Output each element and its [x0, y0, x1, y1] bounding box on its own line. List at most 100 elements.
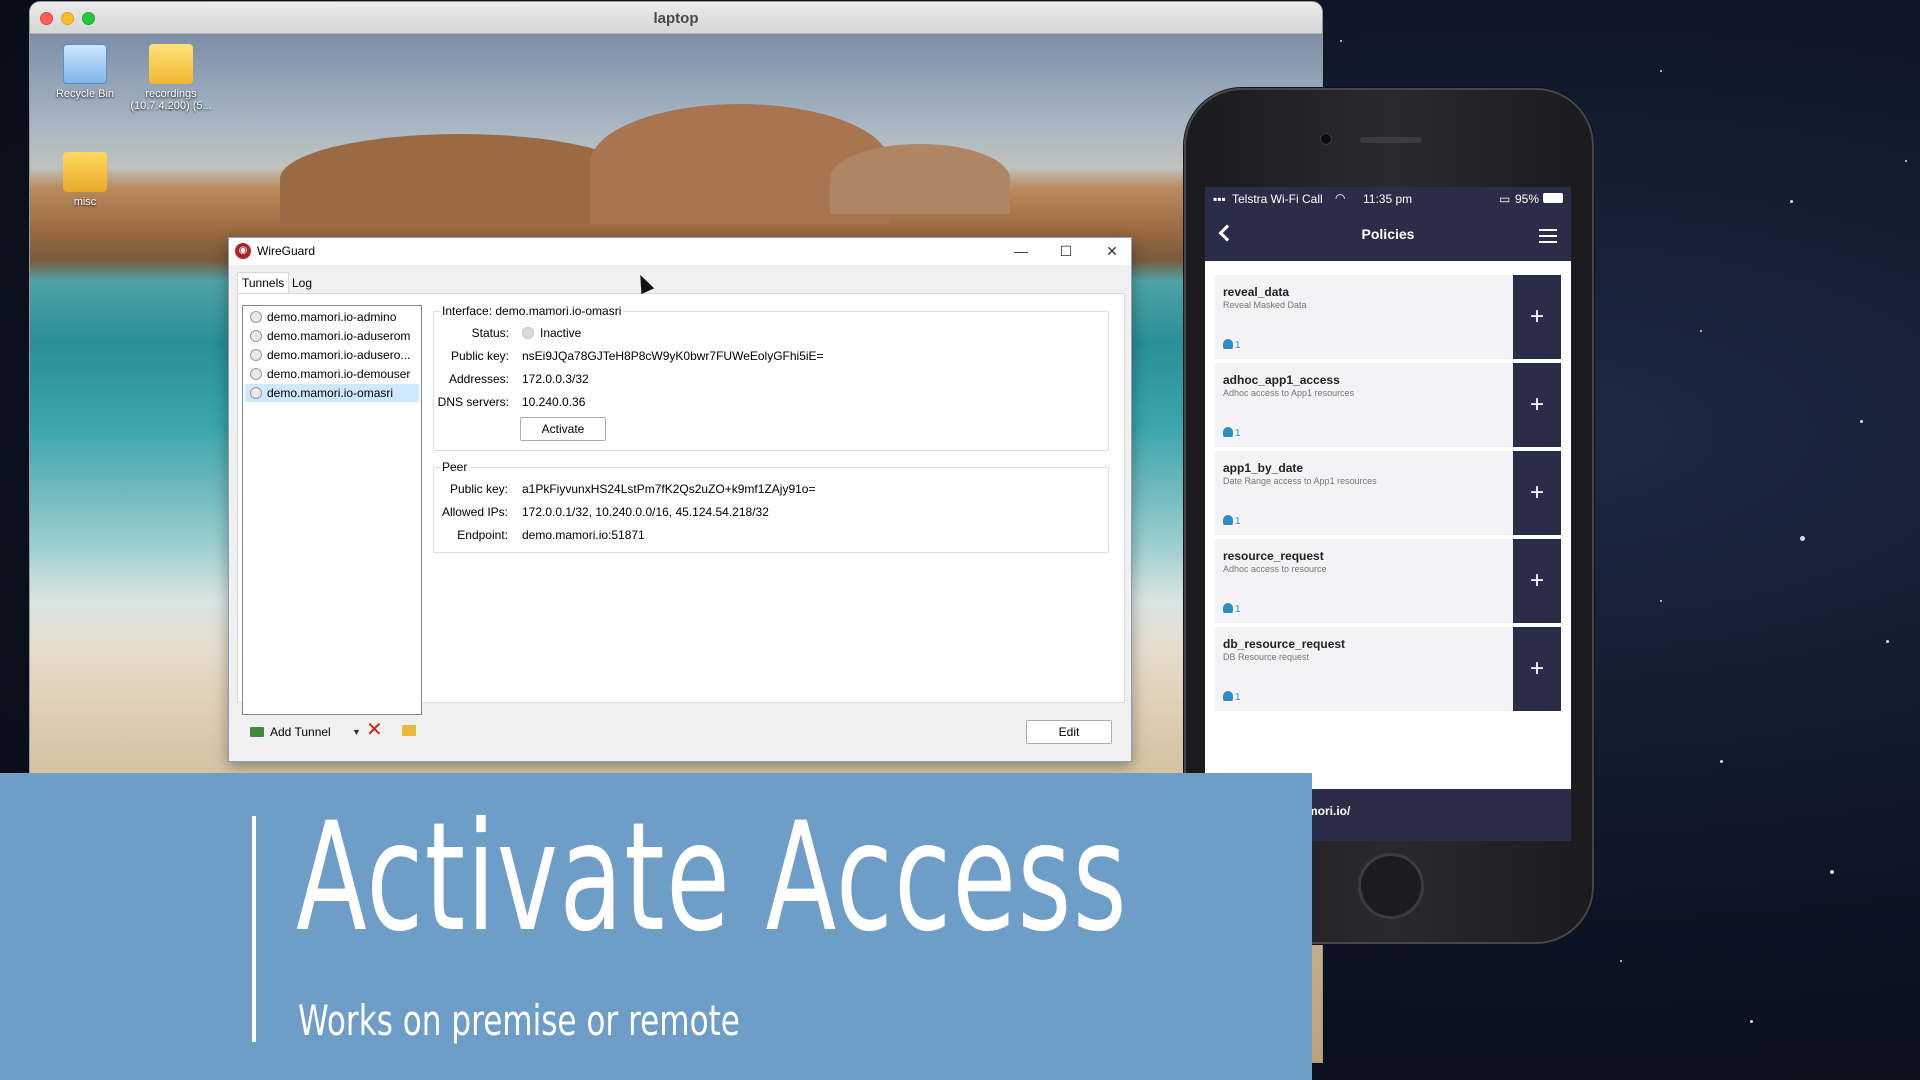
policy-description: Adhoc access to App1 resources	[1223, 388, 1355, 398]
interface-public-key-label: Public key:	[450, 349, 509, 363]
policy-name: db_resource_request	[1223, 637, 1346, 651]
speaker-grille	[1360, 137, 1422, 143]
chevron-down-icon[interactable]: ▼	[352, 721, 361, 743]
folder-icon	[63, 152, 107, 192]
policy-users: 1	[1223, 603, 1241, 615]
allowed-ips-label: Allowed IPs:	[441, 505, 508, 519]
endpoint-label: Endpoint:	[457, 528, 508, 542]
status-text: Inactive	[540, 326, 582, 340]
tunnel-status-dot	[250, 368, 262, 380]
addresses-value: 172.0.0.3/32	[522, 372, 589, 386]
policy-description: Date Range access to App1 resources	[1223, 476, 1377, 486]
tunnel-status-dot	[250, 349, 262, 361]
battery-icon	[1543, 193, 1563, 203]
status-value: Inactive	[522, 326, 581, 340]
user-icon	[1223, 691, 1233, 701]
tab-tunnels[interactable]: Tunnels	[237, 272, 290, 294]
allowed-ips-value: 172.0.0.1/32, 10.240.0.0/16, 45.124.54.2…	[522, 505, 769, 519]
mac-titlebar: laptop	[30, 2, 1322, 34]
edit-button[interactable]: Edit	[1026, 720, 1112, 744]
desktop-icon-recordings[interactable]: recordings (10.7.4.200) (5...	[126, 44, 216, 112]
desktop-icon-recycle-bin[interactable]: Recycle Bin	[40, 44, 130, 100]
banner-subtitle: Works on premise or remote	[298, 996, 740, 1045]
policy-users: 1	[1223, 515, 1241, 527]
close-icon[interactable]: ✕	[1097, 241, 1127, 261]
status-inactive-icon	[522, 327, 534, 339]
add-policy-button[interactable]: +	[1513, 539, 1561, 623]
policy-user-count: 1	[1235, 340, 1241, 351]
recycle-bin-icon	[63, 44, 107, 84]
activate-button[interactable]: Activate	[520, 417, 606, 441]
policy-item[interactable]: db_resource_request DB Resource request …	[1215, 627, 1561, 711]
add-policy-button[interactable]: +	[1513, 275, 1561, 359]
tunnel-item[interactable]: demo.mamori.io-aduserom	[245, 327, 419, 345]
tunnel-name: demo.mamori.io-admino	[267, 310, 397, 324]
export-tunnels-button[interactable]	[402, 721, 416, 743]
interface-header: Interface: demo.mamori.io-omasri	[440, 304, 624, 318]
battery-percent: 95%	[1515, 192, 1540, 206]
policy-users: 1	[1223, 691, 1241, 703]
maximize-icon[interactable]: ☐	[1051, 241, 1081, 261]
desktop-icon-label: misc	[73, 196, 97, 208]
folder-icon	[402, 725, 416, 736]
policy-item[interactable]: app1_by_date Date Range access to App1 r…	[1215, 451, 1561, 535]
addresses-label: Addresses:	[448, 372, 509, 386]
tunnel-item[interactable]: demo.mamori.io-adusero...	[245, 346, 419, 364]
add-policy-button[interactable]: +	[1513, 363, 1561, 447]
endpoint-value: demo.mamori.io:51871	[522, 528, 645, 542]
home-button[interactable]	[1358, 853, 1424, 919]
policy-name: resource_request	[1223, 549, 1324, 563]
policy-description: DB Resource request	[1223, 652, 1310, 662]
screen-mirror-icon: ▭	[1499, 192, 1511, 206]
footer-url[interactable]: mori.io/	[1307, 804, 1350, 818]
phone-nav-bar: Policies	[1205, 211, 1571, 261]
desktop-icon-misc[interactable]: misc	[40, 152, 130, 208]
user-icon	[1223, 515, 1233, 525]
policy-user-count: 1	[1235, 692, 1241, 703]
wireguard-title: WireGuard	[257, 244, 316, 258]
add-tunnel-icon	[250, 727, 264, 737]
tunnel-name: demo.mamori.io-demouser	[267, 367, 411, 381]
mac-window-title: laptop	[653, 10, 699, 27]
tunnel-name: demo.mamori.io-aduserom	[267, 329, 411, 343]
add-policy-button[interactable]: +	[1513, 627, 1561, 711]
policy-name: adhoc_app1_access	[1223, 373, 1340, 387]
policy-description: Adhoc access to resource	[1223, 564, 1327, 574]
policy-name: app1_by_date	[1223, 461, 1304, 475]
tunnel-status-dot	[250, 311, 262, 323]
tunnel-list[interactable]: demo.mamori.io-admino demo.mamori.io-adu…	[242, 305, 422, 715]
policy-description: Reveal Masked Data	[1223, 300, 1307, 310]
phone-status-bar: ▪▪▪ Telstra Wi-Fi Call ◠ 11:35 pm ▭ 95%	[1205, 187, 1571, 211]
user-icon	[1223, 427, 1233, 437]
wifi-icon: ◠	[1335, 191, 1346, 205]
policy-name: reveal_data	[1223, 285, 1290, 299]
policy-user-count: 1	[1235, 604, 1241, 615]
nav-title: Policies	[1361, 226, 1415, 242]
tab-log[interactable]: Log	[287, 272, 317, 294]
wireguard-logo-icon: ◉	[235, 243, 251, 259]
add-tunnel-button[interactable]: Add Tunnel ▼	[250, 721, 361, 743]
peer-public-key-label: Public key:	[449, 482, 508, 496]
tunnel-item[interactable]: demo.mamori.io-demouser	[245, 365, 419, 383]
policy-item[interactable]: reveal_data Reveal Masked Data 1 +	[1215, 275, 1561, 359]
policy-item[interactable]: adhoc_app1_access Adhoc access to App1 r…	[1215, 363, 1561, 447]
hill-shape	[830, 144, 1010, 214]
phone-screen: ▪▪▪ Telstra Wi-Fi Call ◠ 11:35 pm ▭ 95% …	[1205, 187, 1571, 841]
policy-users: 1	[1223, 339, 1241, 351]
policy-user-count: 1	[1235, 428, 1241, 439]
add-policy-button[interactable]: +	[1513, 451, 1561, 535]
hamburger-menu-icon[interactable]	[1539, 229, 1557, 247]
tunnel-item-selected[interactable]: demo.mamori.io-omasri	[245, 384, 419, 402]
peer-public-key: a1PkFiyvunxHS24LstPm7fK2Qs2uZO+k9mf1ZAjy…	[522, 482, 816, 496]
tunnel-name: demo.mamori.io-adusero...	[267, 348, 411, 362]
policy-item[interactable]: resource_request Adhoc access to resourc…	[1215, 539, 1561, 623]
camera-icon	[1320, 133, 1332, 145]
tunnel-item[interactable]: demo.mamori.io-admino	[245, 308, 419, 326]
minimize-icon[interactable]: —	[1006, 241, 1036, 261]
phone-time: 11:35 pm	[1363, 192, 1413, 206]
tunnel-name: demo.mamori.io-omasri	[267, 386, 394, 400]
delete-tunnel-button[interactable]: ✕	[366, 719, 383, 741]
carrier: Telstra Wi-Fi Call	[1232, 192, 1323, 206]
dns-value: 10.240.0.36	[522, 395, 586, 409]
delete-x-icon: ✕	[366, 719, 383, 741]
